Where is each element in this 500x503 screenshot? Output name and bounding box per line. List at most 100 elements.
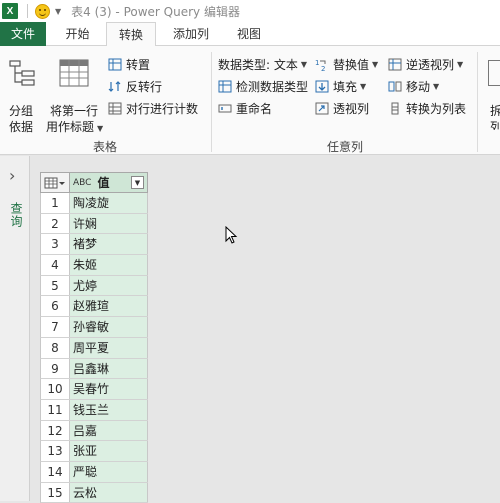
- svg-text:1: 1: [315, 59, 319, 67]
- detect-data-type-button[interactable]: 检测数据类型: [218, 78, 308, 95]
- replace-values-icon: 12: [315, 59, 326, 71]
- table-row[interactable]: 10 吴春竹: [40, 379, 148, 400]
- row-number[interactable]: 11: [41, 399, 70, 420]
- cell-value[interactable]: 陶凌旋: [70, 193, 148, 213]
- cell-value[interactable]: 赵雅瑄: [70, 296, 148, 317]
- data-type-label: 数据类型: 文本: [218, 58, 298, 72]
- reverse-rows-label: 反转行: [126, 80, 163, 94]
- table-row[interactable]: 8 周平夏: [40, 337, 148, 359]
- table-row[interactable]: 13 张亚: [40, 441, 148, 462]
- transpose-icon: [108, 58, 122, 71]
- row-number[interactable]: 3: [41, 234, 70, 255]
- cell-value[interactable]: 吕鑫琳: [70, 358, 148, 379]
- row-number[interactable]: 4: [41, 255, 70, 275]
- grid-rows: 1 陶凌旋 2 许娴 3 褚梦 4 朱姬 5 尤婷 6 赵雅瑄 7 孙睿敏 8 周平夏 9 吕鑫琳 10 吴春竹 11 钱…: [40, 193, 148, 503]
- row-number[interactable]: 8: [41, 337, 70, 358]
- row-number[interactable]: 6: [41, 296, 70, 317]
- text-type-icon[interactable]: ABC: [73, 178, 91, 188]
- tab-file[interactable]: 文件: [0, 22, 46, 46]
- pivot-column-label: 透视列: [333, 102, 370, 116]
- tab-home[interactable]: 开始: [55, 22, 100, 46]
- row-number[interactable]: 5: [41, 275, 70, 296]
- split-column-label-1: 拆: [490, 104, 500, 118]
- excel-logo-icon[interactable]: X: [2, 3, 18, 19]
- row-number[interactable]: 14: [41, 461, 70, 482]
- rename-icon: [218, 104, 232, 113]
- split-column-button[interactable]: 拆 列: [484, 54, 500, 130]
- move-button[interactable]: 移动 ▼: [388, 78, 439, 95]
- queries-pane-label[interactable]: 查询: [8, 202, 25, 228]
- tab-transform[interactable]: 转换: [106, 22, 156, 47]
- table-icon: [44, 177, 65, 188]
- column-filter-dropdown-icon[interactable]: ▼: [131, 176, 144, 189]
- chevron-down-icon: ▼: [372, 60, 379, 69]
- cell-value[interactable]: 尤婷: [70, 275, 148, 296]
- data-grid: ABC 值 ▼ 1 陶凌旋 2 许娴 3 褚梦 4 朱姬 5 尤婷 6 赵雅瑄 7 孙睿敏 8 周平夏 9 吕鑫琳…: [40, 172, 148, 503]
- table-row[interactable]: 3 褚梦: [40, 234, 148, 256]
- row-number[interactable]: 10: [41, 379, 70, 399]
- expand-queries-chevron-icon[interactable]: ›: [9, 166, 15, 185]
- window-title: 表4 (3) - Power Query 编辑器: [71, 4, 240, 19]
- row-number[interactable]: 13: [41, 441, 70, 461]
- convert-to-list-button[interactable]: 转换为列表: [388, 100, 466, 117]
- replace-values-button[interactable]: 12 替换值 ▼: [315, 56, 378, 73]
- group-by-button[interactable]: 分组 依据: [3, 54, 41, 134]
- cell-value[interactable]: 周平夏: [70, 337, 148, 358]
- unpivot-columns-button[interactable]: 逆透视列 ▼: [388, 56, 463, 73]
- use-first-row-as-header-button[interactable]: 将第一行 用作标题 ▼: [46, 54, 106, 134]
- row-number[interactable]: 9: [41, 358, 70, 379]
- table-row[interactable]: 2 许娴: [40, 213, 148, 235]
- table-row[interactable]: 9 吕鑫琳: [40, 358, 148, 380]
- cell-value[interactable]: 朱姬: [70, 255, 148, 275]
- data-type-dropdown[interactable]: 数据类型: 文本 ▼: [218, 56, 307, 73]
- cell-value[interactable]: 钱玉兰: [70, 399, 148, 420]
- table-row[interactable]: 14 严聪: [40, 461, 148, 483]
- titlebar-divider: [27, 4, 28, 18]
- row-number[interactable]: 12: [41, 420, 70, 441]
- cell-value[interactable]: 许娴: [70, 213, 148, 234]
- first-row-label-2: 用作标题 ▼: [46, 118, 103, 135]
- svg-text:2: 2: [321, 65, 325, 71]
- rename-button[interactable]: 重命名: [218, 100, 272, 117]
- table-row[interactable]: 12 吕嘉: [40, 420, 148, 442]
- column-header-value[interactable]: ABC 值 ▼: [70, 173, 147, 192]
- ribbon-tabs: 文件 开始 转换 添加列 视图: [0, 22, 500, 47]
- mouse-cursor-icon: [225, 226, 238, 244]
- pivot-icon: [315, 102, 329, 115]
- first-row-label-2-text: 用作标题: [46, 120, 95, 134]
- row-number[interactable]: 7: [41, 317, 70, 337]
- tab-view[interactable]: 视图: [227, 22, 271, 46]
- table-row[interactable]: 4 朱姬: [40, 255, 148, 276]
- table-row[interactable]: 7 孙睿敏: [40, 317, 148, 338]
- detect-type-icon: [218, 80, 232, 93]
- row-number[interactable]: 1: [41, 193, 70, 213]
- table-row[interactable]: 6 赵雅瑄: [40, 296, 148, 318]
- tab-add-column[interactable]: 添加列: [163, 22, 219, 46]
- cell-value[interactable]: 吕嘉: [70, 420, 148, 441]
- table-row[interactable]: 15 云松: [40, 482, 148, 503]
- count-rows-button[interactable]: 对行进行计数: [108, 100, 198, 117]
- title-bar: X ▼ 表4 (3) - Power Query 编辑器: [0, 0, 500, 22]
- table-row[interactable]: 5 尤婷: [40, 275, 148, 297]
- cell-value[interactable]: 吴春竹: [70, 379, 148, 399]
- queries-pane-collapsed: › 查询: [0, 156, 30, 501]
- quick-access-dropdown-icon[interactable]: ▼: [55, 7, 61, 16]
- group-by-label-2: 依据: [9, 120, 34, 134]
- cell-value[interactable]: 严聪: [70, 461, 148, 482]
- rename-label: 重命名: [236, 102, 273, 116]
- cell-value[interactable]: 云松: [70, 482, 148, 503]
- replace-values-label: 替换值: [333, 58, 370, 72]
- cell-value[interactable]: 张亚: [70, 441, 148, 461]
- reverse-rows-button[interactable]: 反转行: [108, 78, 162, 95]
- fill-button[interactable]: 填充 ▼: [315, 78, 366, 95]
- smiley-feedback-icon[interactable]: [35, 3, 50, 19]
- table-row[interactable]: 1 陶凌旋: [40, 193, 148, 214]
- row-number[interactable]: 15: [41, 482, 70, 503]
- transpose-button[interactable]: 转置: [108, 56, 150, 73]
- table-menu-button[interactable]: [41, 173, 70, 192]
- row-number[interactable]: 2: [41, 213, 70, 234]
- cell-value[interactable]: 褚梦: [70, 234, 148, 255]
- table-row[interactable]: 11 钱玉兰: [40, 399, 148, 421]
- cell-value[interactable]: 孙睿敏: [70, 317, 148, 337]
- pivot-column-button[interactable]: 透视列: [315, 100, 369, 117]
